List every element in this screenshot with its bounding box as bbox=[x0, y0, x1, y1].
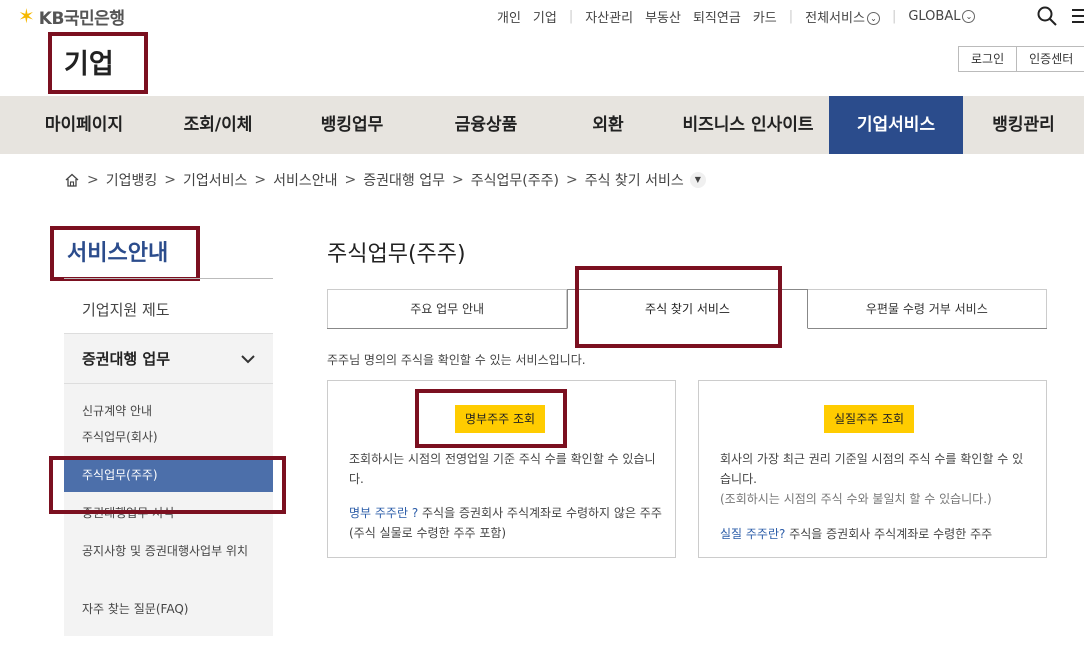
menu-icon[interactable] bbox=[1070, 5, 1084, 27]
card-note: (조회하시는 시점의 주식 수와 불일치 할 수 있습니다.) bbox=[720, 492, 992, 506]
sidebar-sub-company[interactable]: 주식업무(회사) bbox=[64, 428, 273, 458]
topnav-asset[interactable]: 자산관리 bbox=[585, 7, 633, 26]
highlight-box bbox=[415, 389, 567, 448]
definition-link[interactable]: 실질 주주란? bbox=[720, 527, 785, 541]
intro-text: 주주님 명의의 주식을 확인할 수 있는 서비스입니다. bbox=[327, 353, 586, 367]
breadcrumb-current: 주식 찾기 서비스 bbox=[584, 173, 684, 189]
breadcrumb-separator: > bbox=[344, 172, 357, 188]
card-description: 조회하시는 시점의 전영업일 기준 주식 수를 확인할 수 있습니다. bbox=[349, 452, 656, 486]
topnav-realestate[interactable]: 부동산 bbox=[645, 7, 681, 26]
chevron-down-icon: ⌄ bbox=[866, 11, 880, 25]
page-title: 기업 bbox=[64, 49, 114, 80]
gnb-mypage[interactable]: 마이페이지 bbox=[0, 96, 168, 154]
breadcrumb-item[interactable]: 기업서비스 bbox=[183, 170, 247, 190]
breadcrumb-separator: > bbox=[452, 172, 464, 188]
breadcrumb-item[interactable]: 기업뱅킹 bbox=[106, 170, 158, 190]
divider: | bbox=[568, 8, 574, 24]
sidebar-title: 서비스안내 bbox=[67, 241, 169, 266]
global-button[interactable]: GLOBAL ⌄ bbox=[908, 8, 976, 24]
kb-star-icon: ✶ bbox=[18, 4, 35, 28]
gnb-business-insight[interactable]: 비즈니스 인사이트 bbox=[668, 96, 828, 154]
card-desc-text: 회사의 가장 최근 권리 기준일 시점의 주식 수를 확인할 수 있습니다. bbox=[720, 452, 1024, 486]
chevron-down-icon: ⌄ bbox=[962, 9, 976, 23]
logo-text: KB국민은행 bbox=[38, 8, 125, 29]
beneficial-shareholder-card: 실질주주 조회 회사의 가장 최근 권리 기준일 시점의 주식 수를 확인할 수… bbox=[698, 380, 1047, 558]
highlight-box bbox=[575, 266, 782, 348]
sidebar-sub-faq[interactable]: 자주 찾는 질문(FAQ) bbox=[64, 588, 273, 628]
breadcrumb-separator: > bbox=[254, 172, 267, 188]
all-services-label: 전체서비스 bbox=[805, 10, 865, 26]
login-button[interactable]: 로그인 bbox=[958, 46, 1018, 72]
breadcrumb-separator: > bbox=[164, 172, 176, 188]
gnb-inquiry-transfer[interactable]: 조회/이체 bbox=[148, 96, 288, 154]
highlight-box bbox=[49, 456, 286, 514]
gnb-fx[interactable]: 외환 bbox=[548, 96, 668, 154]
top-utility-nav: 개인 기업 | 자산관리 부동산 퇴직연금 카드 | 전체서비스 ⌄ | GLOB… bbox=[497, 6, 987, 26]
topnav-personal[interactable]: 개인 bbox=[497, 7, 521, 26]
breadcrumb-item[interactable]: 서비스안내 bbox=[273, 170, 337, 190]
breadcrumb-item[interactable]: 증권대행 업무 bbox=[363, 170, 445, 190]
topnav-pension[interactable]: 퇴직연금 bbox=[693, 7, 741, 26]
breadcrumb-separator: > bbox=[565, 172, 578, 188]
card-definition: 명부 주주란 ? 주식을 증권회사 주식계좌로 수령하지 않은 주주 (주식 실… bbox=[349, 503, 669, 543]
caret-down-icon[interactable]: ▼ bbox=[689, 172, 706, 188]
tab-mail-refusal[interactable]: 우편물 수령 거부 서비스 bbox=[807, 289, 1047, 328]
sidebar-group-label: 증권대행 업무 bbox=[82, 350, 171, 368]
all-services-button[interactable]: 전체서비스 ⌄ bbox=[805, 7, 880, 26]
search-icon[interactable] bbox=[1036, 5, 1058, 27]
card-description: 회사의 가장 최근 권리 기준일 시점의 주식 수를 확인할 수 있습니다. (… bbox=[720, 449, 1030, 509]
divider: | bbox=[788, 8, 794, 24]
topnav-card[interactable]: 카드 bbox=[753, 7, 777, 26]
definition-text: 주식을 증권회사 주식계좌로 수령한 주주 bbox=[785, 527, 993, 541]
chevron-down-icon bbox=[241, 354, 255, 363]
breadcrumb-item[interactable]: 주식업무(주주) bbox=[471, 170, 559, 190]
divider: | bbox=[891, 8, 897, 24]
gnb-products[interactable]: 금융상품 bbox=[416, 96, 556, 154]
breadcrumb: > 기업뱅킹 > 기업서비스 > 서비스안내 > 증권대행 업무 > 주식업무(… bbox=[64, 170, 706, 190]
gnb-banking[interactable]: 뱅킹업무 bbox=[282, 96, 422, 154]
sidebar-sub-new-contract[interactable]: 신규계약 안내 bbox=[64, 384, 273, 428]
content-title: 주식업무(주주) bbox=[327, 242, 466, 267]
breadcrumb-separator: > bbox=[87, 172, 99, 188]
sidebar-group-head[interactable]: 증권대행 업무 bbox=[64, 334, 273, 384]
definition-link[interactable]: 명부 주주란 ? bbox=[349, 506, 418, 520]
login-group: 로그인 인증센터 bbox=[958, 46, 1084, 72]
tab-main-work[interactable]: 주요 업무 안내 bbox=[327, 289, 568, 328]
divider bbox=[64, 278, 273, 279]
kb-logo[interactable]: ✶ KB국민은행 bbox=[18, 4, 125, 29]
gnb-corporate-service[interactable]: 기업서비스 bbox=[829, 96, 963, 154]
global-nav-bar: 마이페이지 조회/이체 뱅킹업무 금융상품 외환 비즈니스 인사이트 기업서비스… bbox=[0, 96, 1084, 154]
beneficial-lookup-button[interactable]: 실질주주 조회 bbox=[824, 405, 915, 433]
gnb-banking-management[interactable]: 뱅킹관리 bbox=[963, 96, 1084, 154]
card-definition: 실질 주주란? 주식을 증권회사 주식계좌로 수령한 주주 bbox=[720, 524, 1040, 544]
global-label: GLOBAL bbox=[908, 8, 961, 24]
home-icon[interactable] bbox=[64, 172, 80, 188]
topnav-business[interactable]: 기업 bbox=[533, 7, 557, 26]
cert-center-button[interactable]: 인증센터 bbox=[1017, 46, 1084, 72]
sidebar-item-support[interactable]: 기업지원 제도 bbox=[64, 288, 273, 334]
sidebar-sub-notice-location[interactable]: 공지사항 및 증권대행사업부 위치 bbox=[64, 532, 273, 588]
